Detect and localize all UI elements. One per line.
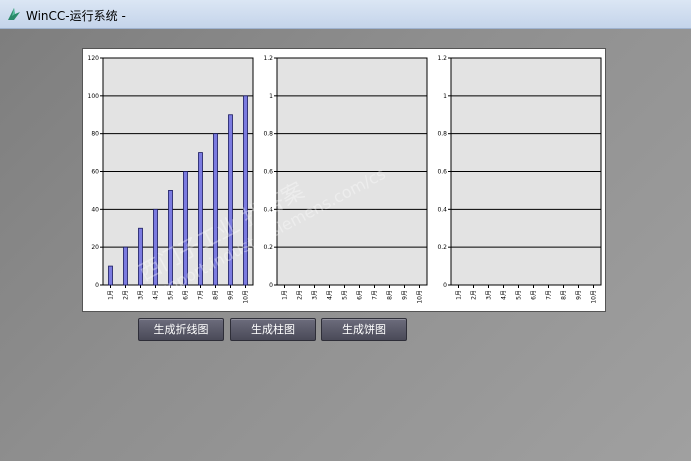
y-tick-label: 100 xyxy=(88,93,100,100)
y-tick-label: 1.2 xyxy=(437,55,447,62)
chart-1: 0 20 40 60 80 100 120 1月 2月 3月 4月 5月 6月 7月 8月 9月 10月 xyxy=(88,55,254,304)
x-tick-label: 6月 xyxy=(357,290,364,300)
x-tick-label: 1月 xyxy=(456,290,463,300)
bar xyxy=(183,171,188,286)
bar xyxy=(138,227,143,286)
y-tick-label: 0.6 xyxy=(263,169,273,176)
y-tick-label: 0.2 xyxy=(437,244,447,251)
bar xyxy=(243,95,248,286)
bar xyxy=(108,265,113,286)
chart-panel: 0 20 40 60 80 100 120 1月 2月 3月 4月 5月 6月 7月 8月 9月 10月 0 0.… xyxy=(82,48,606,312)
x-tick-label: 2月 xyxy=(471,290,478,300)
y-tick-label: 0.4 xyxy=(437,206,447,213)
x-tick-label: 8月 xyxy=(213,290,220,300)
y-tick-label: 80 xyxy=(91,131,99,138)
generate-pie-chart-button[interactable]: 生成饼图 xyxy=(321,318,407,341)
y-tick-label: 0 xyxy=(443,282,447,289)
wincc-icon xyxy=(8,8,20,20)
x-tick-label: 4月 xyxy=(153,290,160,300)
x-tick-label: 1月 xyxy=(282,290,289,300)
window-titlebar[interactable]: WinCC-运行系统 - xyxy=(0,0,691,29)
bar xyxy=(168,190,173,286)
x-tick-label: 2月 xyxy=(297,290,304,300)
bar xyxy=(228,114,233,286)
x-tick-label: 9月 xyxy=(576,290,583,300)
x-tick-label: 5月 xyxy=(516,290,523,300)
y-tick-label: 120 xyxy=(88,55,100,62)
generate-line-chart-button[interactable]: 生成折线图 xyxy=(138,318,224,341)
x-tick-label: 1月 xyxy=(108,290,115,300)
y-tick-label: 1 xyxy=(443,93,447,100)
x-tick-label: 10月 xyxy=(591,290,598,304)
y-tick-label: 0 xyxy=(95,282,99,289)
y-tick-label: 0.4 xyxy=(263,206,273,213)
x-tick-label: 9月 xyxy=(402,290,409,300)
y-tick-label: 60 xyxy=(91,169,99,176)
x-tick-label: 9月 xyxy=(228,290,235,300)
x-tick-label: 8月 xyxy=(387,290,394,300)
y-tick-label: 1.2 xyxy=(263,55,273,62)
bar xyxy=(213,133,218,286)
x-tick-label: 3月 xyxy=(486,290,493,300)
x-tick-label: 7月 xyxy=(546,290,553,300)
x-tick-label: 6月 xyxy=(183,290,190,300)
x-tick-label: 2月 xyxy=(123,290,130,300)
chart-2: 0 0.2 0.4 0.6 0.8 1 1.2 1月 2月 3月 4月 5月 6月 7月 8月 9月 10月 xyxy=(263,55,428,304)
x-tick-label: 7月 xyxy=(198,290,205,300)
x-tick-label: 4月 xyxy=(327,290,334,300)
x-tick-label: 6月 xyxy=(531,290,538,300)
x-tick-label: 3月 xyxy=(312,290,319,300)
y-tick-label: 0.8 xyxy=(437,131,447,138)
bar xyxy=(153,208,158,286)
x-tick-label: 5月 xyxy=(342,290,349,300)
y-tick-label: 0.2 xyxy=(263,244,273,251)
y-tick-label: 0.6 xyxy=(437,169,447,176)
generate-bar-chart-button[interactable]: 生成柱图 xyxy=(230,318,316,341)
chart-3: 0 0.2 0.4 0.6 0.8 1 1.2 1月 2月 3月 4月 5月 6月 7月 8月 9月 10月 xyxy=(437,55,602,304)
y-tick-label: 20 xyxy=(91,244,99,251)
y-tick-label: 1 xyxy=(269,93,273,100)
x-tick-label: 8月 xyxy=(561,290,568,300)
x-tick-label: 4月 xyxy=(501,290,508,300)
y-tick-label: 40 xyxy=(91,206,99,213)
x-tick-label: 7月 xyxy=(372,290,379,300)
x-tick-label: 5月 xyxy=(168,290,175,300)
x-tick-label: 10月 xyxy=(417,290,424,304)
bar xyxy=(123,246,128,286)
y-tick-label: 0 xyxy=(269,282,273,289)
y-tick-label: 0.8 xyxy=(263,131,273,138)
bar xyxy=(198,152,203,286)
window-title: WinCC-运行系统 - xyxy=(26,9,126,23)
x-tick-label: 10月 xyxy=(243,290,250,304)
x-tick-label: 3月 xyxy=(138,290,145,300)
